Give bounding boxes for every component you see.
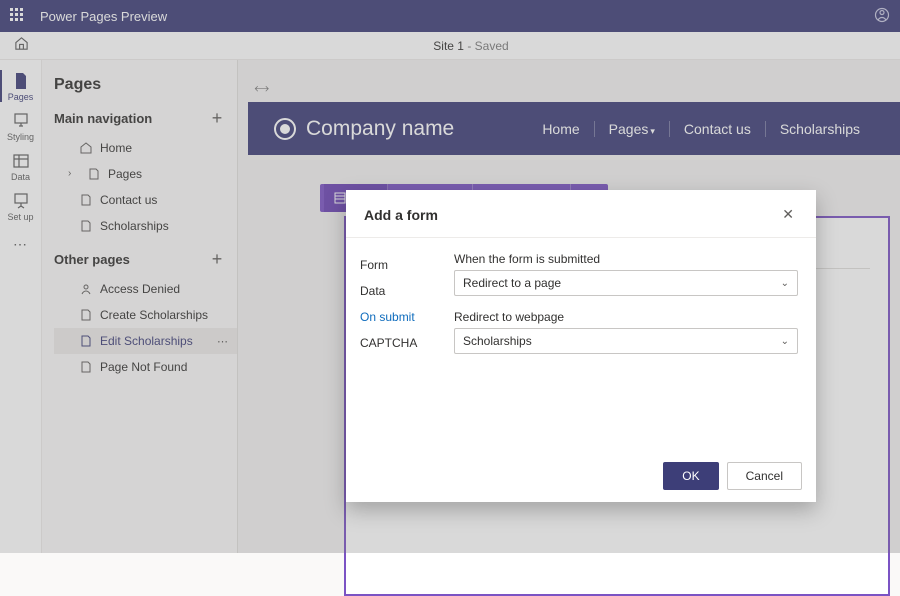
dialog-tabs: Form Data On submit CAPTCHA	[346, 238, 446, 452]
close-icon[interactable]: ✕	[778, 204, 798, 225]
field1-value: Redirect to a page	[463, 276, 561, 290]
field2-value: Scholarships	[463, 334, 532, 348]
dlg-tab-onsubmit[interactable]: On submit	[360, 304, 446, 330]
dlg-tab-form[interactable]: Form	[360, 252, 446, 278]
field2-select[interactable]: Scholarships ⌄	[454, 328, 798, 354]
chevron-down-icon: ⌄	[781, 278, 789, 289]
dlg-tab-captcha[interactable]: CAPTCHA	[360, 330, 446, 356]
field1-select[interactable]: Redirect to a page ⌄	[454, 270, 798, 296]
dialog-title: Add a form	[364, 207, 438, 223]
ok-button[interactable]: OK	[663, 462, 718, 490]
cancel-button[interactable]: Cancel	[727, 462, 802, 490]
dialog-form: When the form is submitted Redirect to a…	[446, 238, 816, 452]
field1-label: When the form is submitted	[454, 252, 798, 266]
chevron-down-icon: ⌄	[781, 336, 789, 347]
dlg-tab-data[interactable]: Data	[360, 278, 446, 304]
field2-label: Redirect to webpage	[454, 310, 798, 324]
add-form-dialog: Add a form ✕ Form Data On submit CAPTCHA…	[346, 190, 816, 502]
